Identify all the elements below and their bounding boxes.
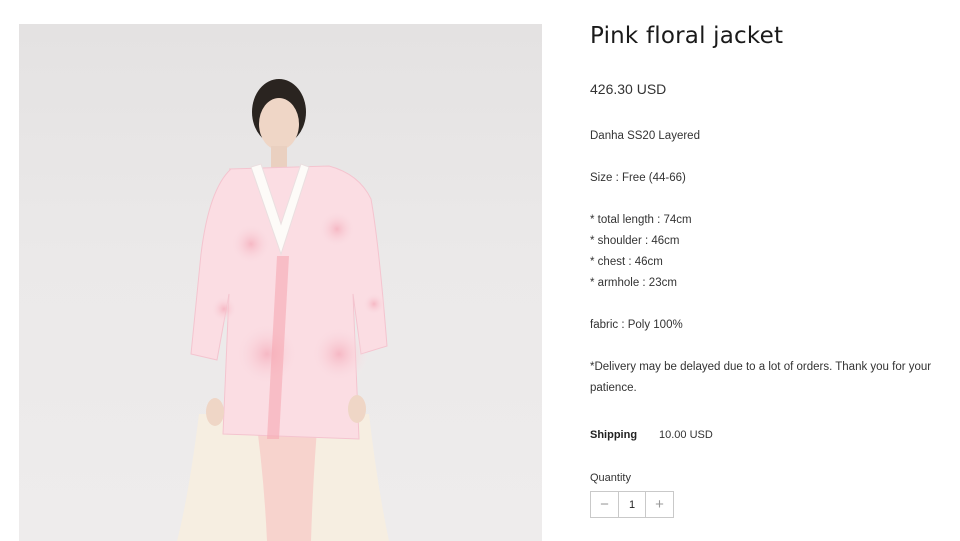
product-image[interactable] [19,24,542,541]
measurement-armhole: * armhole : 23cm [590,277,677,289]
delivery-note: *Delivery may be delayed due to a lot of… [590,361,932,394]
size-info: Size : Free (44-66) [590,172,686,184]
collection-name: Danha SS20 Layered [590,130,700,142]
quantity-label: Quantity [590,472,631,484]
quantity-input[interactable] [618,492,646,517]
measurement-shoulder: * shoulder : 46cm [590,235,680,247]
measurement-total-length: * total length : 74cm [590,214,692,226]
shipping-label: Shipping [590,429,638,441]
product-title: Pink floral jacket [590,23,784,49]
quantity-increase-button[interactable]: + [646,492,673,517]
minus-icon: − [600,496,609,513]
shipping-value: 10.00 USD [659,429,713,441]
quantity-stepper: − + [590,491,674,518]
plus-icon: + [655,496,664,513]
measurement-chest: * chest : 46cm [590,256,663,268]
product-price: 426.30 USD [590,81,667,97]
fabric-info: fabric : Poly 100% [590,319,683,331]
model-figure [177,79,389,541]
quantity-decrease-button[interactable]: − [591,492,618,517]
